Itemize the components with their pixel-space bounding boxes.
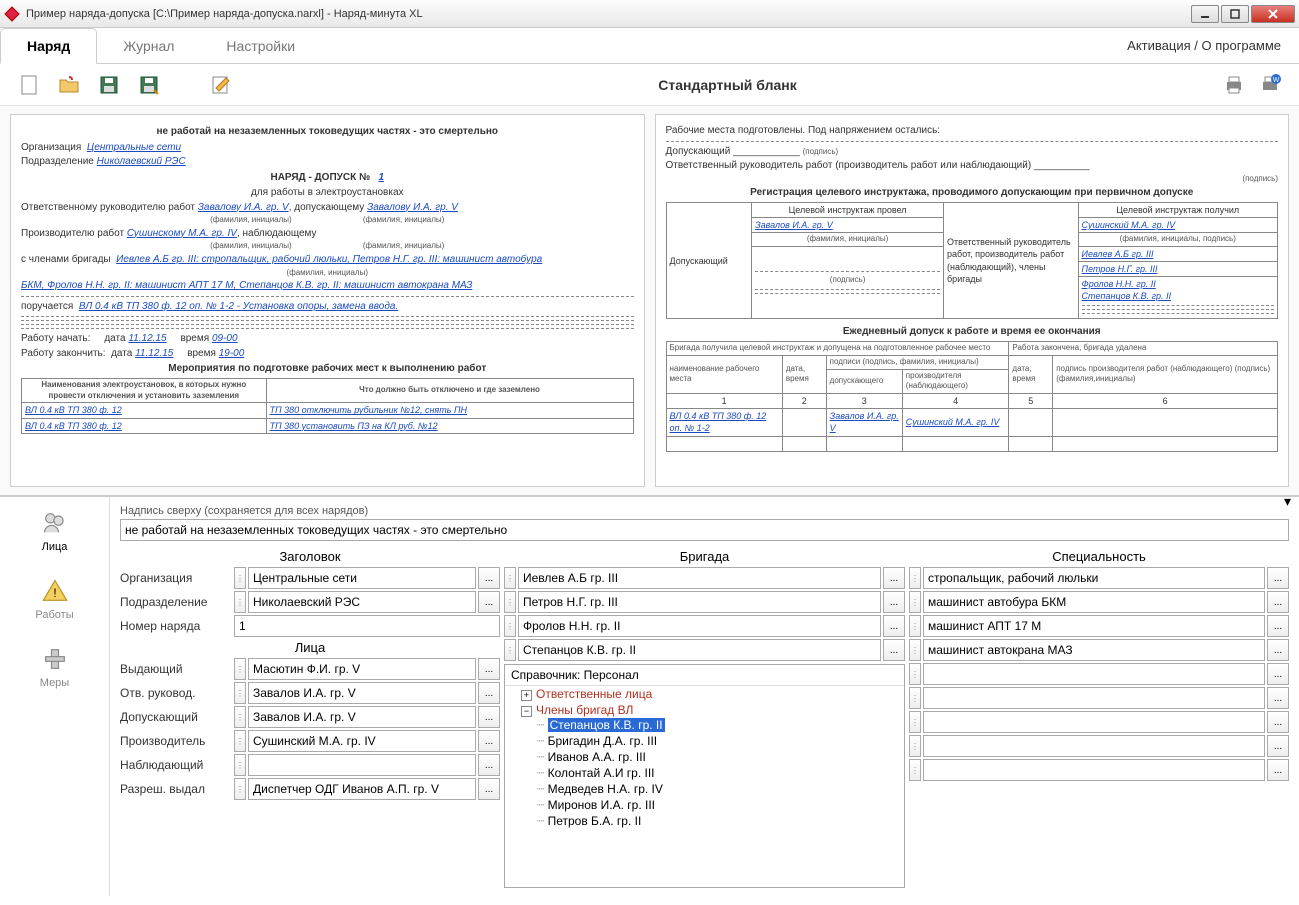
tab-journal[interactable]: Журнал [97, 28, 200, 63]
spec-input-empty[interactable] [923, 687, 1265, 709]
doc-page-1: не работай на незаземленных токоведущих … [10, 114, 645, 487]
tree-leaf-selected[interactable]: Степанцов К.В. гр. II [548, 718, 665, 732]
personnel-tree[interactable]: Справочник: Персонал +Ответственные лица… [504, 664, 905, 888]
tree-leaf[interactable]: Миронов И.А. гр. III [548, 798, 655, 812]
editor-sidebar: Лица ! Работы Меры [0, 497, 110, 896]
editor-main: Надпись сверху (сохраняется для всех нар… [110, 497, 1299, 896]
tree-leaf[interactable]: Медведев Н.А. гр. IV [548, 782, 663, 796]
minimize-button[interactable] [1191, 5, 1219, 23]
spec-input-0[interactable] [923, 567, 1265, 589]
lookup-button[interactable]: ... [478, 567, 500, 589]
toolbar-title: Стандартный бланк [248, 77, 1207, 93]
close-button[interactable] [1251, 5, 1295, 23]
spec-input-1[interactable] [923, 591, 1265, 613]
new-file-icon[interactable] [16, 72, 42, 98]
tree-node-brigade[interactable]: Члены бригад ВЛ [536, 703, 633, 717]
toolbar: Стандартный бланк W [0, 64, 1299, 106]
sidebar-item-works[interactable]: ! Работы [35, 577, 73, 621]
maximize-button[interactable] [1221, 5, 1249, 23]
brigade-input-2[interactable] [518, 615, 881, 637]
edit-icon[interactable] [208, 72, 234, 98]
tree-expand-icon[interactable]: + [521, 690, 532, 701]
open-folder-icon[interactable] [56, 72, 82, 98]
head-brigade: Бригада [504, 547, 905, 566]
app-icon [4, 6, 20, 22]
tree-leaf[interactable]: Петров Б.А. гр. II [548, 814, 642, 828]
tree-leaf[interactable]: Колонтай А.И гр. III [548, 766, 655, 780]
dept-input[interactable] [248, 591, 476, 613]
table-measures: Наименования электроустановок, в которых… [21, 378, 634, 434]
admitting-input[interactable] [248, 706, 476, 728]
spec-input-2[interactable] [923, 615, 1265, 637]
editor-area: ▾ Лица ! Работы Меры Надпись сверху (сох… [0, 496, 1299, 896]
tab-settings[interactable]: Настройки [200, 28, 321, 63]
spec-input-empty[interactable] [923, 663, 1265, 685]
supervisor-input[interactable] [248, 682, 476, 704]
org-input[interactable] [248, 567, 476, 589]
top-input-label: Надпись сверху (сохраняется для всех нар… [120, 505, 1289, 517]
print-icon[interactable] [1221, 72, 1247, 98]
preview-pane: не работай на незаземленных токоведущих … [0, 106, 1299, 496]
export-word-icon[interactable]: W [1257, 72, 1283, 98]
performer-input[interactable] [248, 730, 476, 752]
app-window: Пример наряда-допуска [C:\Пример наряда-… [0, 0, 1299, 905]
table-daily: Бригада получила целевой инструктаж и до… [666, 341, 1279, 452]
tree-leaf[interactable]: Бригадин Д.А. гр. III [548, 734, 658, 748]
brigade-input-3[interactable] [518, 639, 881, 661]
main-tabs: Наряд Журнал Настройки Активация / О про… [0, 28, 1299, 64]
top-input[interactable] [120, 519, 1289, 541]
head-persons: Лица [120, 638, 500, 657]
issuer-input[interactable] [248, 658, 476, 680]
tree-collapse-icon[interactable]: − [521, 706, 532, 717]
table-instruct: Допускающий Целевой инструктаж провел От… [666, 202, 1279, 320]
svg-text:!: ! [53, 587, 56, 600]
head-spec: Специальность [909, 547, 1289, 566]
collapse-handle-icon[interactable]: ▾ [1284, 493, 1291, 510]
brigade-input-0[interactable] [518, 567, 881, 589]
num-input[interactable] [234, 615, 500, 637]
head-header: Заголовок [120, 547, 500, 566]
spec-input-empty[interactable] [923, 711, 1265, 733]
spec-input-3[interactable] [923, 639, 1265, 661]
doc-page-2: Рабочие места подготовлены. Под напряжен… [655, 114, 1290, 487]
save-icon[interactable] [96, 72, 122, 98]
tree-leaf[interactable]: Иванов А.А. гр. III [548, 750, 646, 764]
window-title: Пример наряда-допуска [C:\Пример наряда-… [26, 8, 1191, 20]
svg-text:W: W [1273, 77, 1280, 84]
permit-input[interactable] [248, 778, 476, 800]
tree-node-responsible[interactable]: Ответственные лица [536, 687, 652, 701]
activation-link[interactable]: Активация / О программе [1127, 38, 1299, 53]
observer-input[interactable] [248, 754, 476, 776]
drag-handle[interactable]: ⋮ [234, 567, 246, 589]
spec-input-empty[interactable] [923, 759, 1265, 781]
sidebar-item-persons[interactable]: Лица [41, 509, 69, 553]
sidebar-item-measures[interactable]: Меры [40, 645, 69, 689]
tab-naryad[interactable]: Наряд [0, 28, 97, 64]
brigade-input-1[interactable] [518, 591, 881, 613]
titlebar: Пример наряда-допуска [C:\Пример наряда-… [0, 0, 1299, 28]
spec-input-empty[interactable] [923, 735, 1265, 757]
save-as-icon[interactable] [136, 72, 162, 98]
warn-text: не работай на незаземленных токоведущих … [21, 125, 634, 139]
